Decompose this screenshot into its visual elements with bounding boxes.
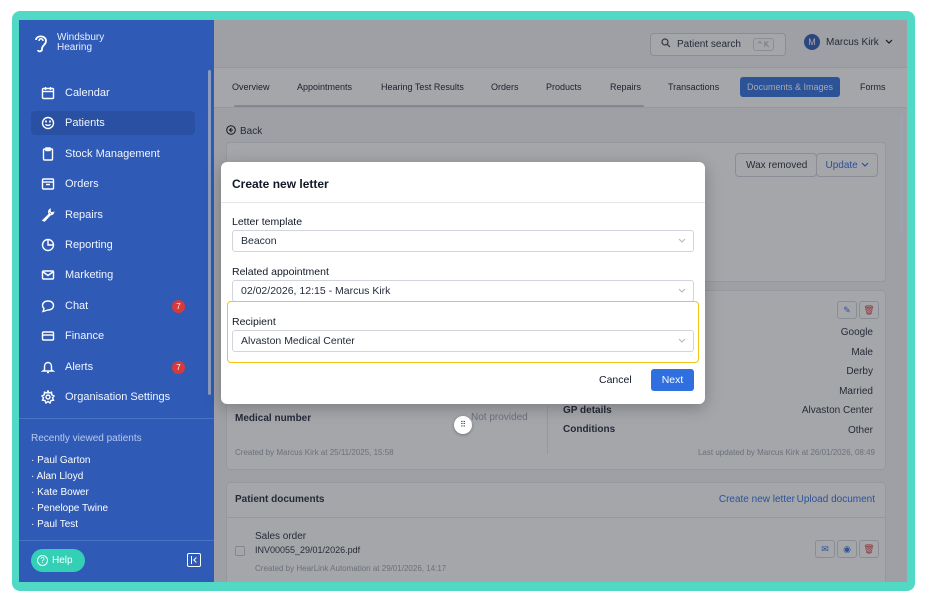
mail-icon [41,268,55,282]
related-appointment-value: 02/02/2026, 12:15 - Marcus Kirk [241,285,391,297]
sidebar-item-orders[interactable]: Orders [31,172,195,196]
sidebar-item-stock-management[interactable]: Stock Management [31,142,195,166]
wrench-icon [41,207,55,222]
recent-patient-name: Alan Lloyd [36,471,84,482]
gear-icon [41,389,55,404]
sidebar-nav: Calendar Patients Stock Management Order… [31,81,195,415]
sidebar-item-label: Chat [65,299,89,312]
sidebar-item-alerts[interactable]: Alerts 7 [31,355,195,379]
recipient-label: Recipient [232,316,276,328]
smiley-icon [41,116,55,130]
chat-icon [41,299,55,313]
recipient-value: Alvaston Medical Center [241,335,355,347]
sidebar-item-reporting[interactable]: Reporting [31,233,195,257]
recent-patients-title: Recently viewed patients [31,433,142,444]
sidebar-item-label: Patients [65,117,105,130]
help-label: Help [52,555,73,566]
sidebar-item-calendar[interactable]: Calendar [31,81,195,105]
sidebar-item-label: Reporting [65,238,113,251]
sidebar-item-repairs[interactable]: Repairs [31,203,195,227]
recent-patient[interactable]: · Paul Garton [31,453,108,469]
brand-name-line2: Hearing [57,42,93,53]
cancel-button[interactable]: Cancel [599,374,632,386]
create-letter-modal: Create new letter Letter template Beacon… [221,162,705,404]
letter-template-select[interactable]: Beacon [232,230,694,252]
brand-name: Windsbury Hearing [57,33,104,53]
alerts-badge: 7 [172,360,185,374]
app-window: Windsbury Hearing Calendar Patients Stoc… [19,20,907,582]
sidebar-divider [19,540,214,541]
recent-patient[interactable]: · Alan Lloyd [31,469,108,485]
sidebar-item-label: Marketing [65,269,114,282]
modal-divider [221,202,705,203]
sidebar-divider [19,418,214,419]
sidebar-item-label: Calendar [65,87,110,99]
main-scrollbar[interactable] [900,115,903,235]
sidebar-item-organisation-settings[interactable]: Organisation Settings [31,385,195,409]
ear-logo-icon [35,35,47,53]
sidebar-item-patients[interactable]: Patients [31,111,195,136]
sidebar-scrollbar[interactable] [208,70,211,395]
next-button[interactable]: Next [651,369,694,391]
sidebar-item-label: Stock Management [65,147,160,160]
recent-patient[interactable]: · Kate Bower [31,485,108,501]
drag-handle-icon[interactable]: ⠿ [454,416,472,434]
sidebar-item-label: Repairs [65,208,103,221]
chat-unread-badge: 7 [172,299,185,313]
brand-logo[interactable]: Windsbury Hearing [31,32,104,54]
recent-patient-name: Kate Bower [37,487,89,498]
related-appointment-label: Related appointment [232,266,329,278]
sidebar-item-finance[interactable]: Finance [31,324,195,348]
related-appointment-select[interactable]: 02/02/2026, 12:15 - Marcus Kirk [232,280,694,302]
letter-template-label: Letter template [232,216,303,228]
box-icon [41,177,55,191]
recipient-select[interactable]: Alvaston Medical Center [232,330,694,352]
recent-patient-name: Paul Garton [37,455,91,466]
collapse-sidebar-icon[interactable] [187,553,201,567]
chevron-down-icon [678,288,686,293]
help-button[interactable]: ? Help [31,549,85,572]
clipboard-icon [41,147,55,161]
sidebar-item-marketing[interactable]: Marketing [31,263,195,287]
sidebar-item-label: Alerts [65,360,94,373]
letter-template-value: Beacon [241,235,277,247]
sidebar: Windsbury Hearing Calendar Patients Stoc… [19,20,214,582]
recent-patient[interactable]: · Paul Test [31,517,108,533]
modal-title: Create new letter [232,177,329,191]
recent-patient-name: Penelope Twine [37,503,109,514]
sidebar-item-label: Orders [65,178,99,191]
sidebar-item-label: Finance [65,330,105,343]
pie-chart-icon [41,238,55,252]
recent-patient[interactable]: · Penelope Twine [31,501,108,517]
bell-icon [41,360,55,374]
question-icon: ? [37,555,48,566]
credit-card-icon [41,329,55,343]
recent-patient-name: Paul Test [37,519,79,530]
sidebar-item-label: Organisation Settings [65,390,171,403]
chevron-down-icon [678,338,686,343]
chevron-down-icon [678,238,686,243]
recent-patients-list: · Paul Garton · Alan Lloyd · Kate Bower … [31,453,108,533]
calendar-icon [41,86,55,100]
sidebar-item-chat[interactable]: Chat 7 [31,294,195,318]
